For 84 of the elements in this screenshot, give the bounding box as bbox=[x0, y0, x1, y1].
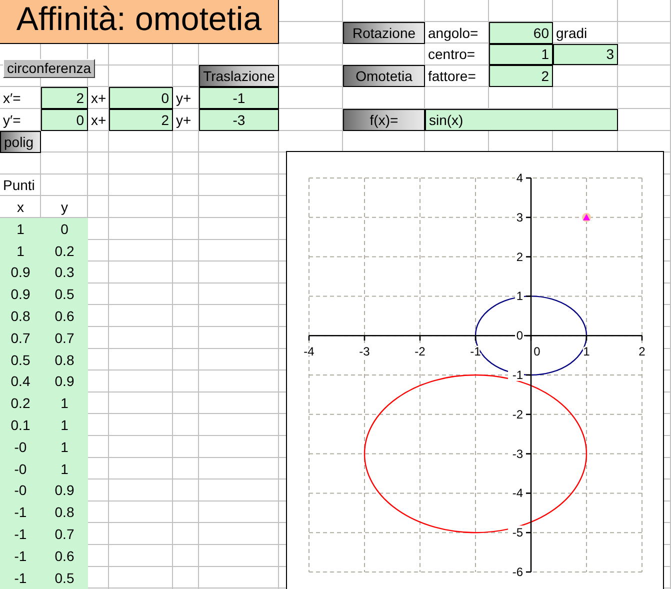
cell-label: gradi bbox=[555, 24, 588, 43]
point-marker bbox=[582, 212, 591, 222]
axis-tick-label: -2 bbox=[414, 344, 426, 359]
axis-tick-label: 0 bbox=[534, 344, 540, 359]
formula-cell: sin(x) bbox=[425, 108, 618, 131]
cell-label: centro= bbox=[427, 45, 476, 64]
value-cell: 2 bbox=[489, 65, 553, 88]
table-cell: -1 bbox=[0, 501, 41, 524]
table-cell: 1 bbox=[41, 392, 88, 414]
value-cell: 0 bbox=[41, 108, 88, 131]
section-header: Omotetia bbox=[343, 65, 425, 88]
table-cell: -1 bbox=[0, 566, 41, 589]
table-cell: 0.5 bbox=[41, 566, 88, 589]
table-cell: 0.6 bbox=[41, 305, 88, 327]
axis-tick-label: 1 bbox=[516, 289, 523, 304]
table-cell: -0 bbox=[0, 480, 41, 502]
table-cell: 0.6 bbox=[41, 544, 88, 567]
table-cell: 0.1 bbox=[0, 414, 41, 436]
table-cell: 0.5 bbox=[41, 283, 88, 306]
section-header: f(x)= bbox=[343, 108, 425, 131]
value-cell: 60 bbox=[489, 22, 553, 44]
column-header: x bbox=[16, 198, 25, 218]
table-title: Punti bbox=[2, 176, 36, 196]
axis-tick-label: -1 bbox=[512, 368, 523, 382]
value-cell: 2 bbox=[41, 87, 88, 109]
axis-tick-label: -4 bbox=[512, 486, 523, 500]
value-cell: 3 bbox=[553, 44, 618, 66]
table-cell: 0.8 bbox=[41, 348, 88, 371]
table-cell: 1 bbox=[0, 240, 41, 262]
table-cell: 0.2 bbox=[41, 240, 88, 262]
axis-tick-label: 2 bbox=[516, 250, 523, 264]
cell-label: x′= bbox=[2, 89, 22, 108]
table-cell: 1 bbox=[0, 218, 41, 240]
axis-tick-label: 0 bbox=[516, 328, 523, 343]
table-cell: 1 bbox=[41, 458, 88, 480]
value-cell: 0 bbox=[109, 87, 173, 109]
table-cell: 1 bbox=[41, 436, 88, 458]
cell-label: fattore= bbox=[427, 67, 477, 86]
axis-tick-label: -2 bbox=[512, 407, 523, 422]
axis-tick-label: -3 bbox=[359, 344, 370, 359]
axis-tick-label: -5 bbox=[512, 526, 523, 540]
table-cell: -1 bbox=[0, 544, 41, 567]
table-cell: 0.8 bbox=[0, 305, 41, 327]
cell-label: x+ bbox=[90, 110, 108, 130]
table-cell: -0 bbox=[0, 458, 41, 480]
axis-tick-label: -1 bbox=[470, 344, 481, 359]
value-cell: -1 bbox=[199, 87, 279, 109]
table-cell: 0.9 bbox=[41, 480, 88, 502]
axis-tick-label: -4 bbox=[304, 344, 314, 359]
table-cell: 0.2 bbox=[0, 392, 41, 414]
polig-button[interactable]: polig bbox=[0, 130, 41, 153]
value-cell: 2 bbox=[109, 108, 173, 131]
table-cell: -0 bbox=[0, 436, 41, 458]
axis-tick-label: 3 bbox=[516, 210, 523, 224]
cell-label: y+ bbox=[175, 110, 192, 130]
table-cell: 0.3 bbox=[41, 262, 88, 284]
table-cell: 0.9 bbox=[0, 262, 41, 284]
table-cell: 0 bbox=[41, 218, 88, 240]
table-cell: 0.7 bbox=[41, 326, 88, 349]
cell-label: y′= bbox=[2, 110, 22, 130]
table-cell: 0.7 bbox=[0, 326, 41, 349]
table-cell: -1 bbox=[0, 523, 41, 545]
section-header: Rotazione bbox=[343, 22, 425, 44]
table-cell: 0.5 bbox=[0, 348, 41, 371]
axis-tick-label: 4 bbox=[516, 171, 523, 185]
axis-tick-label: 1 bbox=[583, 344, 590, 359]
cell-label: x+ bbox=[90, 89, 108, 108]
table-cell: 0.9 bbox=[41, 370, 88, 392]
sheet-title: Affinità: omotetia bbox=[0, 0, 279, 44]
table-cell: 0.9 bbox=[0, 283, 41, 306]
value-cell: -3 bbox=[199, 108, 279, 131]
circonferenza-button[interactable]: circonferenza bbox=[3, 59, 96, 78]
table-cell: 0.8 bbox=[41, 501, 88, 524]
axis-tick-label: 2 bbox=[638, 344, 646, 359]
cell-label: angolo= bbox=[427, 24, 480, 43]
table-cell: 0.4 bbox=[0, 370, 41, 392]
table-cell: 0.7 bbox=[41, 523, 88, 545]
column-header: y bbox=[60, 198, 69, 218]
axis-tick-label: -6 bbox=[512, 565, 523, 579]
table-cell: 1 bbox=[41, 414, 88, 436]
axis-tick-label: -3 bbox=[512, 446, 523, 461]
value-cell: 1 bbox=[489, 44, 553, 66]
cell-label: y+ bbox=[175, 89, 192, 108]
section-header: Traslazione bbox=[199, 65, 279, 88]
